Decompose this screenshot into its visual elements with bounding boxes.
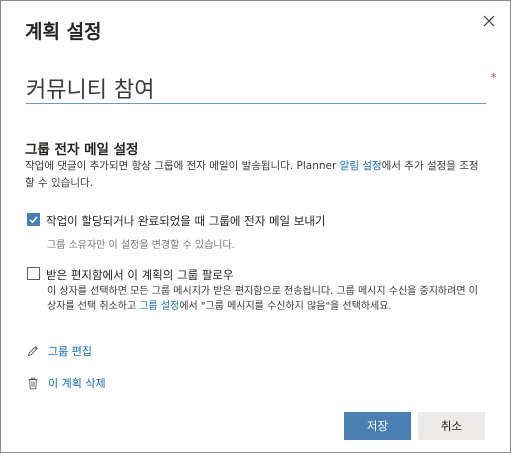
send-email-label[interactable]: 작업이 할당되거나 완료되었을 때 그룹에 전자 메일 보내기 [46,213,326,229]
group-email-section-title: 그룹 전자 메일 설정 [25,142,139,158]
trash-icon [28,377,38,389]
pencil-icon [27,346,38,357]
dialog-title: 계획 설정 [25,21,102,43]
delete-plan-link[interactable]: 이 계획 삭제 [27,375,106,391]
required-asterisk: * [491,71,497,84]
edit-group-label: 그룹 편집 [48,345,92,358]
close-icon[interactable] [481,13,497,29]
edit-group-link[interactable]: 그룹 편집 [27,343,92,359]
checkmark-icon [29,216,38,224]
delete-plan-label: 이 계획 삭제 [48,377,106,390]
follow-group-desc-text-2: 에서 "그룹 메시지를 수신하지 않음"을 선택하세요. [179,301,392,312]
group-settings-link[interactable]: 그룹 설정 [139,301,179,312]
send-email-hint: 그룹 소유자만 이 설정을 변경할 수 있습니다. [47,240,235,251]
group-email-desc-text: 작업에 댓글이 추가되면 항상 그룹에 전자 메일이 발송됩니다. Planne… [25,160,340,172]
send-email-checkbox[interactable] [27,213,40,226]
group-email-description: 작업에 댓글이 추가되면 항상 그룹에 전자 메일이 발송됩니다. Planne… [25,158,487,192]
plan-settings-dialog: 계획 설정 * 그룹 전자 메일 설정 작업에 댓글이 추가되면 항상 그룹에 … [0,0,511,453]
save-button[interactable]: 저장 [344,412,411,440]
follow-group-description: 이 상자를 선택하면 모든 그룹 메시지가 받은 편지함으로 전송됩니다. 그룹… [47,284,489,314]
follow-group-checkbox[interactable] [27,267,40,280]
plan-name-input[interactable] [26,73,486,104]
notification-settings-link[interactable]: 알림 설정 [340,160,382,172]
cancel-button[interactable]: 취소 [418,412,485,440]
follow-group-label[interactable]: 받은 편지함에서 이 계획의 그룹 팔로우 [46,267,234,283]
